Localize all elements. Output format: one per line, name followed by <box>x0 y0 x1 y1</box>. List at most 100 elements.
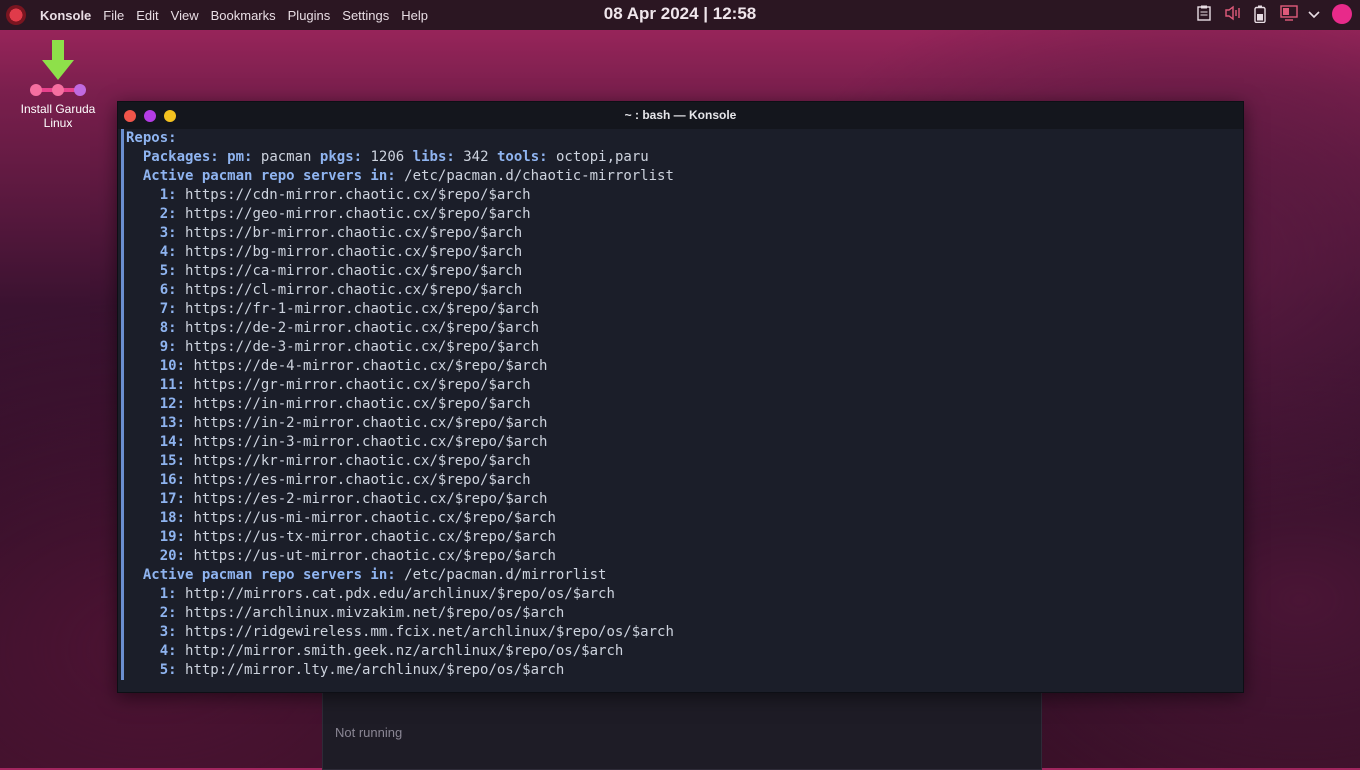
mirror-line: 10: https://de-4-mirror.chaotic.cx/$repo… <box>126 357 1243 376</box>
status-text: Not running <box>335 725 403 740</box>
mirror-index: 16: <box>159 472 186 488</box>
mirror-index: 2: <box>159 605 177 621</box>
mirror-url: http://mirror.lty.me/archlinux/$repo/os/… <box>185 662 565 678</box>
mirror-line: 17: https://es-2-mirror.chaotic.cx/$repo… <box>126 490 1243 509</box>
network-icon[interactable] <box>1280 5 1298 23</box>
konsole-window[interactable]: ~ : bash — Konsole Repos: Packages: pm: … <box>117 101 1244 693</box>
terminal-output: Repos: Packages: pm: pacman pkgs: 1206 l… <box>126 129 1243 680</box>
avatar[interactable] <box>1332 4 1352 24</box>
menu-app-name[interactable]: Konsole <box>34 8 97 23</box>
menu-view[interactable]: View <box>165 8 205 23</box>
mirror-url: https://cl-mirror.chaotic.cx/$repo/$arch <box>185 282 523 298</box>
mirror-url: https://in-3-mirror.chaotic.cx/$repo/$ar… <box>193 434 548 450</box>
mirror-url: https://us-mi-mirror.chaotic.cx/$repo/$a… <box>193 510 556 526</box>
battery-icon[interactable] <box>1252 5 1268 24</box>
terminal-line: Active pacman repo servers in: /etc/pacm… <box>142 567 607 583</box>
mirror-line: 18: https://us-mi-mirror.chaotic.cx/$rep… <box>126 509 1243 528</box>
mirror-line: 20: https://us-ut-mirror.chaotic.cx/$rep… <box>126 547 1243 566</box>
chevron-down-icon[interactable] <box>1308 7 1320 22</box>
mirror-url: https://es-2-mirror.chaotic.cx/$repo/$ar… <box>193 491 548 507</box>
mirror-url: https://cdn-mirror.chaotic.cx/$repo/$arc… <box>185 187 531 203</box>
mirror-line: 4: https://bg-mirror.chaotic.cx/$repo/$a… <box>126 243 1243 262</box>
download-arrow-icon <box>30 40 86 96</box>
volume-icon[interactable] <box>1224 5 1240 23</box>
mirror-index: 1: <box>159 187 177 203</box>
mirror-line: 6: https://cl-mirror.chaotic.cx/$repo/$a… <box>126 281 1243 300</box>
window-titlebar[interactable]: ~ : bash — Konsole <box>118 102 1243 129</box>
mirror-line: 9: https://de-3-mirror.chaotic.cx/$repo/… <box>126 338 1243 357</box>
mirror-index: 7: <box>159 301 177 317</box>
mirror-line: 2: https://geo-mirror.chaotic.cx/$repo/$… <box>126 205 1243 224</box>
mirror-index: 8: <box>159 320 177 336</box>
mirror-line: 11: https://gr-mirror.chaotic.cx/$repo/$… <box>126 376 1243 395</box>
terminal-line: Active pacman repo servers in: /etc/pacm… <box>142 168 674 184</box>
mirror-line: 12: https://in-mirror.chaotic.cx/$repo/$… <box>126 395 1243 414</box>
mirror-url: https://ca-mirror.chaotic.cx/$repo/$arch <box>185 263 523 279</box>
mirror-url: https://us-ut-mirror.chaotic.cx/$repo/$a… <box>193 548 556 564</box>
mirror-index: 9: <box>159 339 177 355</box>
mirror-line: 4: http://mirror.smith.geek.nz/archlinux… <box>126 642 1243 661</box>
mirror-index: 6: <box>159 282 177 298</box>
mirror-line: 14: https://in-3-mirror.chaotic.cx/$repo… <box>126 433 1243 452</box>
mirror-index: 1: <box>159 586 177 602</box>
terminal-line: Packages: pm: pacman pkgs: 1206 libs: 34… <box>142 149 649 165</box>
mirror-index: 3: <box>159 225 177 241</box>
menu-settings[interactable]: Settings <box>336 8 395 23</box>
mirror-url: https://in-mirror.chaotic.cx/$repo/$arch <box>193 396 531 412</box>
mirror-url: http://mirrors.cat.pdx.edu/archlinux/$re… <box>185 586 615 602</box>
mirror-line: 1: https://cdn-mirror.chaotic.cx/$repo/$… <box>126 186 1243 205</box>
window-title: ~ : bash — Konsole <box>624 108 737 122</box>
mirror-index: 17: <box>159 491 186 507</box>
garuda-logo-icon[interactable] <box>6 5 26 25</box>
menu-bookmarks[interactable]: Bookmarks <box>205 8 282 23</box>
menu-plugins[interactable]: Plugins <box>282 8 337 23</box>
mirror-url: https://bg-mirror.chaotic.cx/$repo/$arch <box>185 244 523 260</box>
top-panel: Konsole File Edit View Bookmarks Plugins… <box>0 0 1360 30</box>
background-window[interactable]: Not running <box>322 690 1042 770</box>
mirror-index: 18: <box>159 510 186 526</box>
mirror-line: 15: https://kr-mirror.chaotic.cx/$repo/$… <box>126 452 1243 471</box>
mirror-index: 11: <box>159 377 186 393</box>
mirror-url: https://de-4-mirror.chaotic.cx/$repo/$ar… <box>193 358 548 374</box>
mirror-url: https://geo-mirror.chaotic.cx/$repo/$arc… <box>185 206 531 222</box>
mirror-url: https://gr-mirror.chaotic.cx/$repo/$arch <box>193 377 531 393</box>
menu-file[interactable]: File <box>97 8 130 23</box>
mirror-line: 19: https://us-tx-mirror.chaotic.cx/$rep… <box>126 528 1243 547</box>
mirror-index: 4: <box>159 643 177 659</box>
repos-label: Repos: <box>126 130 177 146</box>
install-garuda-desktop-icon[interactable]: Install Garuda Linux <box>10 38 106 130</box>
mirror-index: 13: <box>159 415 186 431</box>
mirror-index: 5: <box>159 263 177 279</box>
mirror-index: 5: <box>159 662 177 678</box>
mirror-index: 12: <box>159 396 186 412</box>
mirror-url: https://archlinux.mivzakim.net/$repo/os/… <box>185 605 565 621</box>
mirror-line: 5: http://mirror.lty.me/archlinux/$repo/… <box>126 661 1243 680</box>
mirror-index: 4: <box>159 244 177 260</box>
mirror-url: https://de-3-mirror.chaotic.cx/$repo/$ar… <box>185 339 540 355</box>
scroll-marker <box>121 129 124 680</box>
mirror-index: 20: <box>159 548 186 564</box>
mirror-line: 3: https://ridgewireless.mm.fcix.net/arc… <box>126 623 1243 642</box>
mirror-url: https://ridgewireless.mm.fcix.net/archli… <box>185 624 674 640</box>
mirror-line: 13: https://in-2-mirror.chaotic.cx/$repo… <box>126 414 1243 433</box>
mirror-line: 1: http://mirrors.cat.pdx.edu/archlinux/… <box>126 585 1243 604</box>
mirror-url: https://kr-mirror.chaotic.cx/$repo/$arch <box>193 453 531 469</box>
mirror-url: https://us-tx-mirror.chaotic.cx/$repo/$a… <box>193 529 556 545</box>
mirror-line: 7: https://fr-1-mirror.chaotic.cx/$repo/… <box>126 300 1243 319</box>
mirror-line: 5: https://ca-mirror.chaotic.cx/$repo/$a… <box>126 262 1243 281</box>
terminal-area[interactable]: Repos: Packages: pm: pacman pkgs: 1206 l… <box>118 129 1243 692</box>
mirror-index: 10: <box>159 358 186 374</box>
mirror-url: https://br-mirror.chaotic.cx/$repo/$arch <box>185 225 523 241</box>
mirror-url: http://mirror.smith.geek.nz/archlinux/$r… <box>185 643 624 659</box>
terminal-line: Repos: <box>126 129 1243 148</box>
clipboard-icon[interactable] <box>1196 5 1212 23</box>
desktop-icon-label: Install Garuda Linux <box>20 102 96 130</box>
mirror-url: https://es-mirror.chaotic.cx/$repo/$arch <box>193 472 531 488</box>
mirror-index: 14: <box>159 434 186 450</box>
mirror-index: 15: <box>159 453 186 469</box>
menu-edit[interactable]: Edit <box>130 8 164 23</box>
menu-help[interactable]: Help <box>395 8 434 23</box>
mirror-line: 16: https://es-mirror.chaotic.cx/$repo/$… <box>126 471 1243 490</box>
mirror-index: 3: <box>159 624 177 640</box>
mirror-index: 19: <box>159 529 186 545</box>
